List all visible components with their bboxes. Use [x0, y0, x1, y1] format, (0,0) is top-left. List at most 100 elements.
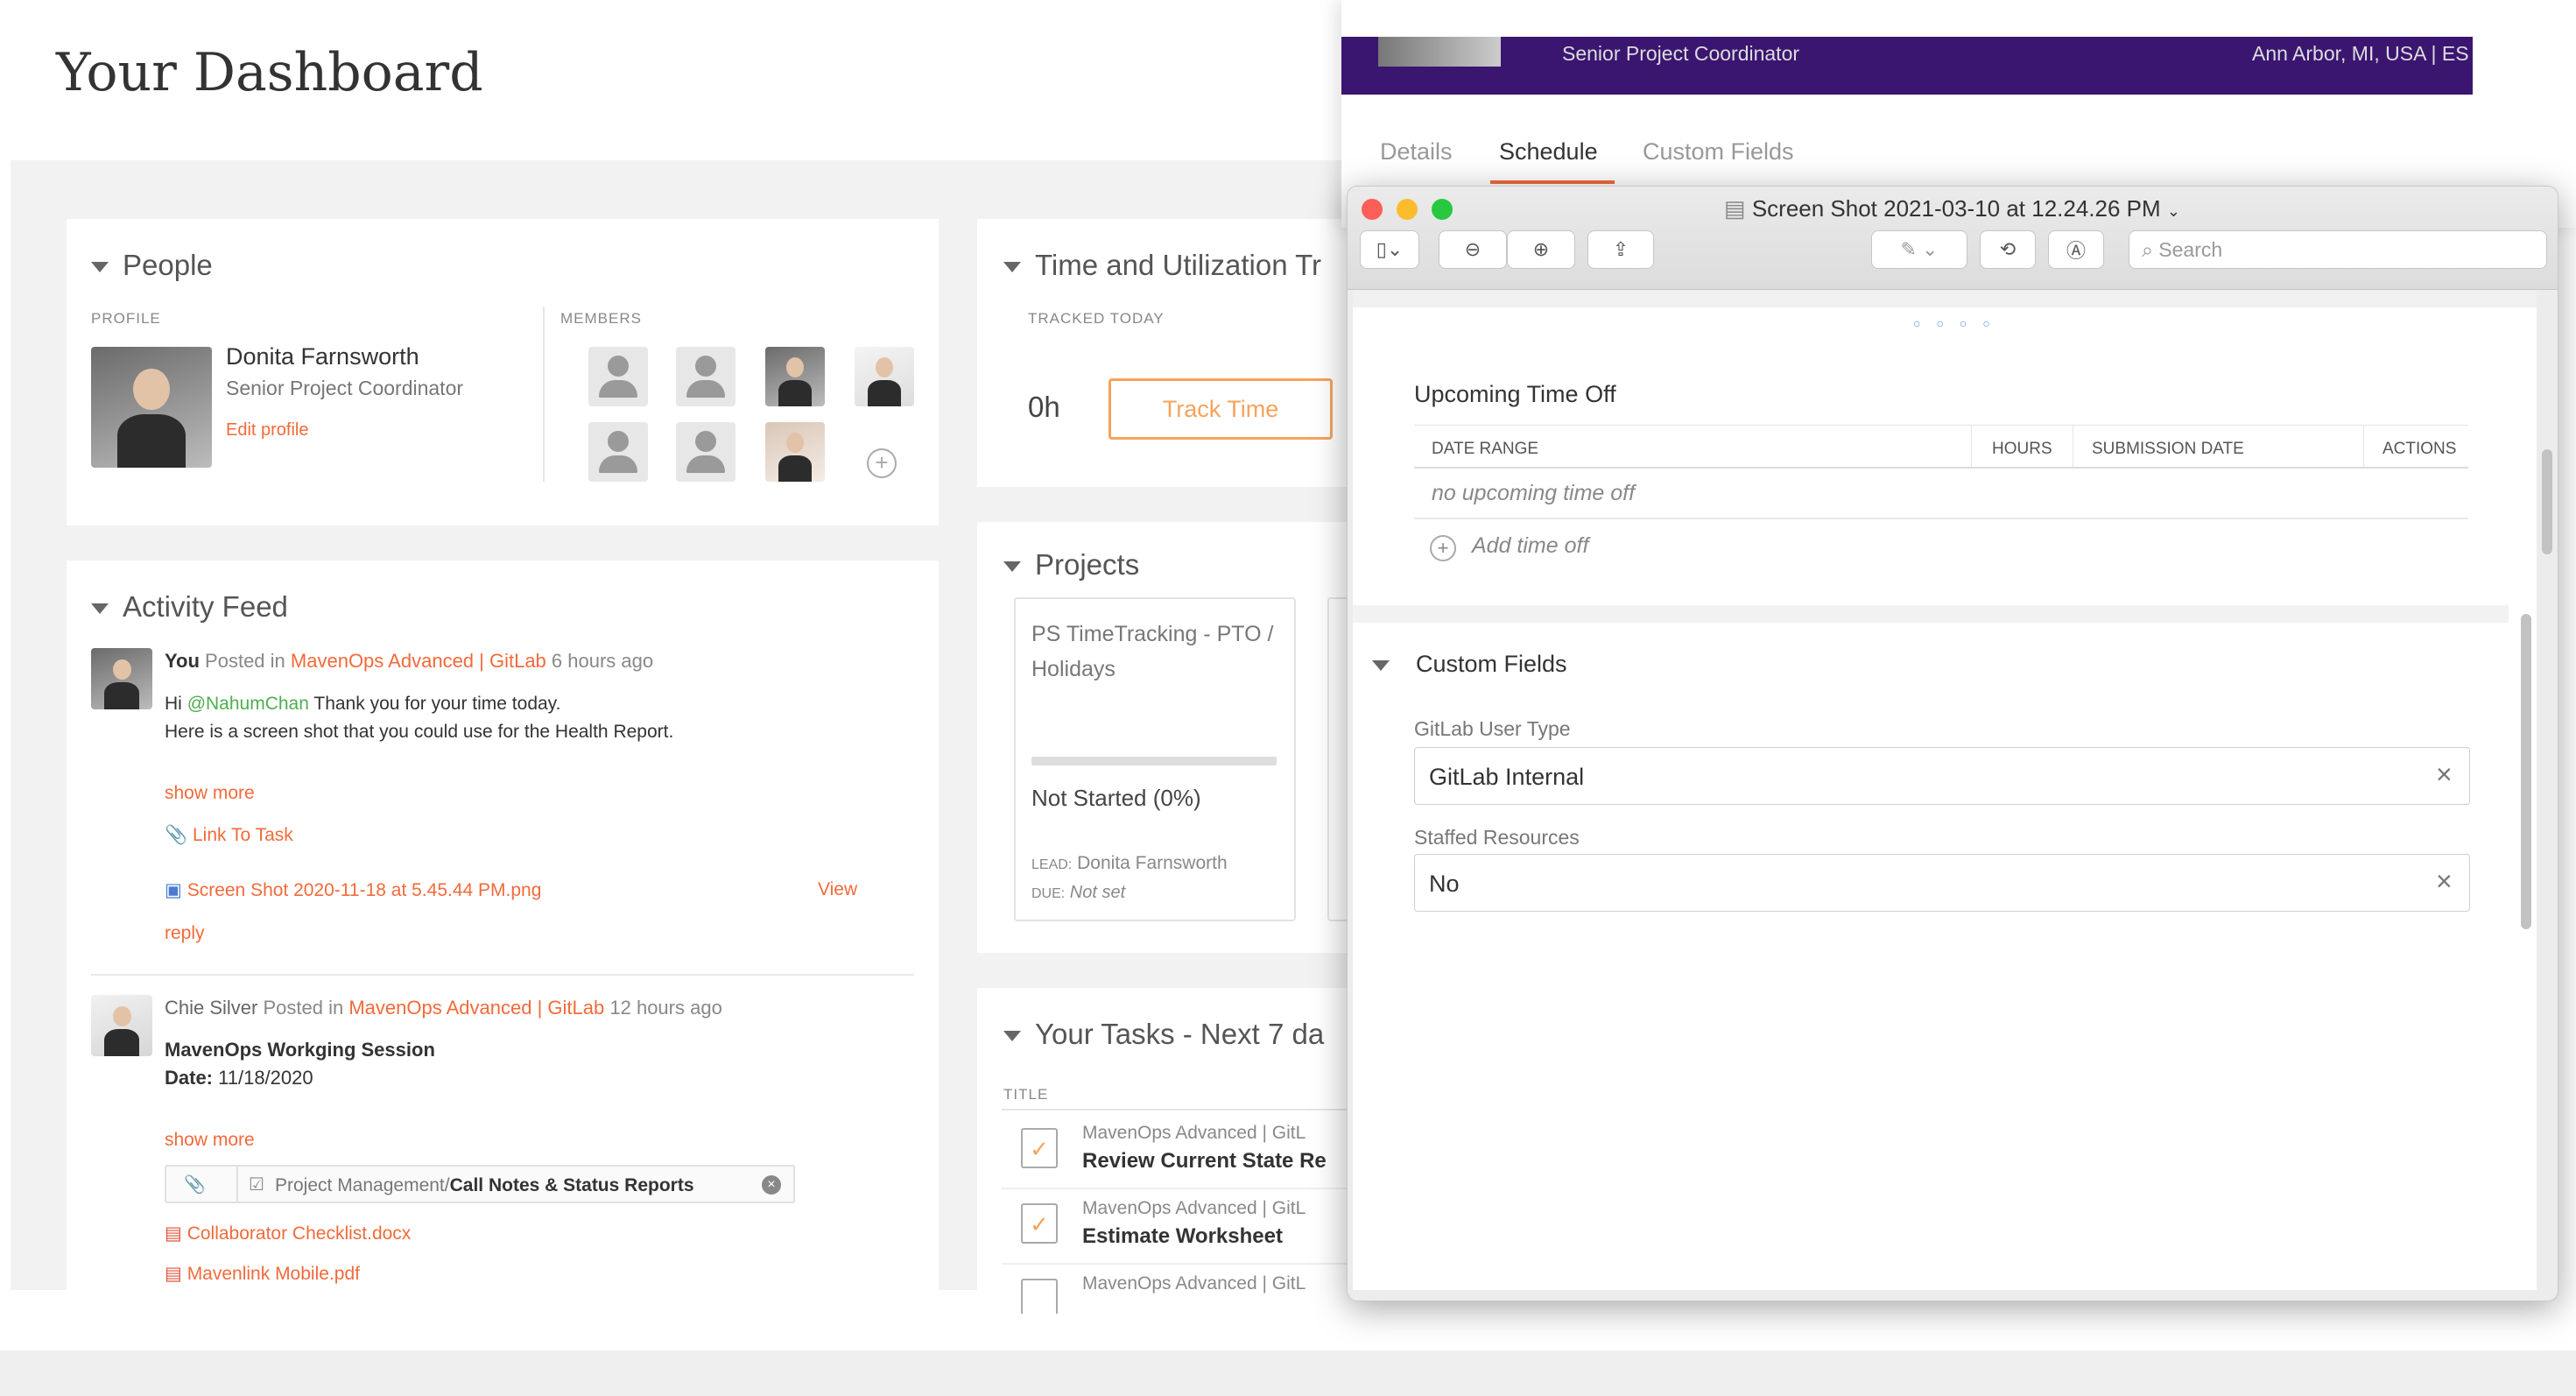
zoom-in-button[interactable]: ⊕: [1507, 230, 1575, 269]
track-time-button[interactable]: Track Time: [1109, 378, 1333, 440]
field-label: Staffed Resources: [1414, 826, 1580, 849]
collapse-triangle-icon[interactable]: [1003, 561, 1021, 573]
task-row[interactable]: ✓ MavenOps Advanced | GitL Estimate Work…: [1002, 1195, 1380, 1265]
projects-card: Projects PS TimeTracking - PTO / Holiday…: [977, 522, 1380, 953]
member-avatar[interactable]: [588, 422, 648, 482]
posted-in-text: Posted in: [205, 650, 285, 672]
post-date: Date: 11/18/2020: [165, 1067, 313, 1089]
profile-avatar[interactable]: [91, 347, 212, 468]
document-icon: ▤: [1724, 195, 1746, 222]
section-divider: [1353, 605, 2509, 623]
task-checkbox-icon[interactable]: [1021, 1279, 1058, 1314]
content-top-strip: [1353, 290, 2537, 307]
member-avatar[interactable]: [765, 422, 825, 482]
projects-title: Projects: [1035, 548, 1140, 581]
collapse-triangle-icon[interactable]: [91, 262, 109, 273]
time-header[interactable]: Time and Utilization Tr: [1003, 249, 1321, 282]
show-more-link[interactable]: show more: [165, 783, 255, 804]
lead-name: Donita Farnsworth: [1077, 853, 1228, 873]
col-submission-date[interactable]: SUBMISSION DATE: [2092, 440, 2244, 459]
post-project-link[interactable]: MavenOps Advanced | GitLab: [348, 997, 604, 1019]
search-field[interactable]: ⌕ Search: [2129, 230, 2547, 269]
close-window-button[interactable]: [1362, 199, 1383, 220]
show-more-link[interactable]: show more: [165, 1130, 255, 1151]
task-row[interactable]: ✓ MavenOps Advanced | GitL Review Curren…: [1002, 1119, 1380, 1189]
member-avatar[interactable]: [588, 347, 648, 406]
search-icon: ⌕: [2142, 237, 2153, 261]
task-checkbox-icon[interactable]: ✓: [1021, 1128, 1058, 1168]
remove-icon[interactable]: ×: [762, 1175, 781, 1195]
view-link[interactable]: View: [818, 879, 857, 900]
post-date-value: 11/18/2020: [218, 1067, 313, 1089]
post-author-avatar[interactable]: [91, 995, 152, 1056]
collapse-triangle-icon[interactable]: [1003, 1031, 1021, 1042]
task-row[interactable]: MavenOps Advanced | GitL: [1002, 1270, 1380, 1314]
attachment-row[interactable]: ▤ Collaborator Checklist.docx: [165, 1223, 411, 1244]
project-due: DUE: Not set: [1031, 883, 1125, 903]
link-to-task[interactable]: 📎 Link To Task: [165, 825, 293, 846]
people-card: People PROFILE Donita Farnsworth Senior …: [67, 219, 939, 525]
col-date-range[interactable]: DATE RANGE: [1432, 440, 1538, 459]
collapse-triangle-icon[interactable]: [1372, 659, 1390, 671]
collapse-triangle-icon[interactable]: [91, 603, 109, 615]
rotate-button[interactable]: ⟲: [1980, 230, 2036, 269]
inner-scrollbar-thumb[interactable]: [2521, 614, 2531, 929]
post-project-link[interactable]: MavenOps Advanced | GitLab: [291, 650, 546, 672]
post-author-avatar[interactable]: [91, 648, 152, 709]
rotate-icon: ⟲: [1999, 238, 2016, 260]
activity-header[interactable]: Activity Feed: [91, 590, 288, 624]
window-scrollbar-thumb[interactable]: [2542, 449, 2552, 554]
reply-link[interactable]: reply: [165, 923, 205, 944]
profile-label: PROFILE: [91, 310, 161, 327]
col-hours[interactable]: HOURS: [1992, 440, 2052, 459]
sidebar-toggle-button[interactable]: ▯⌄: [1360, 230, 1419, 269]
project-lead: LEAD: Donita Farnsworth: [1031, 853, 1228, 874]
attachment-link: Screen Shot 2020-11-18 at 5.45.44 PM.png: [187, 880, 542, 900]
add-time-off-button[interactable]: + Add time off: [1430, 533, 1588, 561]
edit-profile-link[interactable]: Edit profile: [226, 420, 309, 441]
tab-custom-fields[interactable]: Custom Fields: [1643, 138, 1794, 166]
custom-fields-header[interactable]: Custom Fields: [1372, 651, 1567, 678]
add-member-icon[interactable]: +: [867, 448, 897, 478]
share-button[interactable]: ⇪: [1587, 230, 1654, 269]
tab-schedule[interactable]: Schedule: [1499, 138, 1598, 166]
task-checkbox-icon[interactable]: ✓: [1021, 1203, 1058, 1244]
members-label: MEMBERS: [560, 310, 642, 327]
custom-fields-title: Custom Fields: [1416, 651, 1567, 677]
tab-details[interactable]: Details: [1380, 138, 1453, 166]
header-location: Ann Arbor, MI, USA | ES: [2252, 42, 2469, 65]
projects-header[interactable]: Projects: [1003, 548, 1139, 582]
activity-title: Activity Feed: [123, 590, 288, 623]
mention-link[interactable]: @NahumChan: [187, 694, 309, 714]
gitlab-user-type-select[interactable]: GitLab Internal ×: [1414, 747, 2470, 805]
attachment-row[interactable]: ▤ Mavenlink Mobile.pdf: [165, 1263, 360, 1285]
search-placeholder: Search: [2158, 237, 2223, 261]
table-divider: [1002, 1109, 1380, 1110]
active-tab-indicator: [1490, 180, 1615, 184]
member-avatar[interactable]: [855, 347, 914, 406]
lead-label: LEAD:: [1031, 857, 1073, 872]
tasks-header[interactable]: Your Tasks - Next 7 da: [1003, 1018, 1324, 1051]
profile-header-bar: Senior Project Coordinator Ann Arbor, MI…: [1341, 37, 2473, 95]
member-avatar[interactable]: [676, 347, 735, 406]
maximize-window-button[interactable]: [1432, 199, 1453, 220]
project-tile[interactable]: PS TimeTracking - PTO / Holidays Not Sta…: [1014, 597, 1296, 921]
zoom-out-button[interactable]: ⊖: [1439, 230, 1507, 269]
markup-button[interactable]: ✎ ⌄: [1871, 230, 1967, 269]
attachment-row[interactable]: ▣ Screen Shot 2020-11-18 at 5.45.44 PM.p…: [165, 879, 541, 901]
clear-icon[interactable]: ×: [2436, 865, 2453, 898]
annotate-button[interactable]: Ⓐ: [2048, 230, 2104, 269]
member-avatar[interactable]: [765, 347, 825, 406]
member-avatar[interactable]: [676, 422, 735, 482]
staffed-resources-select[interactable]: No ×: [1414, 854, 2470, 912]
col-actions: ACTIONS: [2382, 440, 2457, 458]
clear-icon[interactable]: ×: [2436, 758, 2453, 791]
task-link-chip[interactable]: 📎 ☑ Project Management/Call Notes & Stat…: [165, 1165, 795, 1203]
attachment-link: Collaborator Checklist.docx: [187, 1223, 412, 1244]
header-role: Senior Project Coordinator: [1562, 42, 1800, 65]
pen-icon: ✎ ⌄: [1900, 238, 1939, 260]
people-header[interactable]: People: [91, 249, 213, 282]
minimize-window-button[interactable]: [1397, 199, 1418, 220]
window-title[interactable]: ▤ Screen Shot 2021-03-10 at 12.24.26 PM …: [1724, 195, 2180, 222]
collapse-triangle-icon[interactable]: [1003, 262, 1021, 273]
